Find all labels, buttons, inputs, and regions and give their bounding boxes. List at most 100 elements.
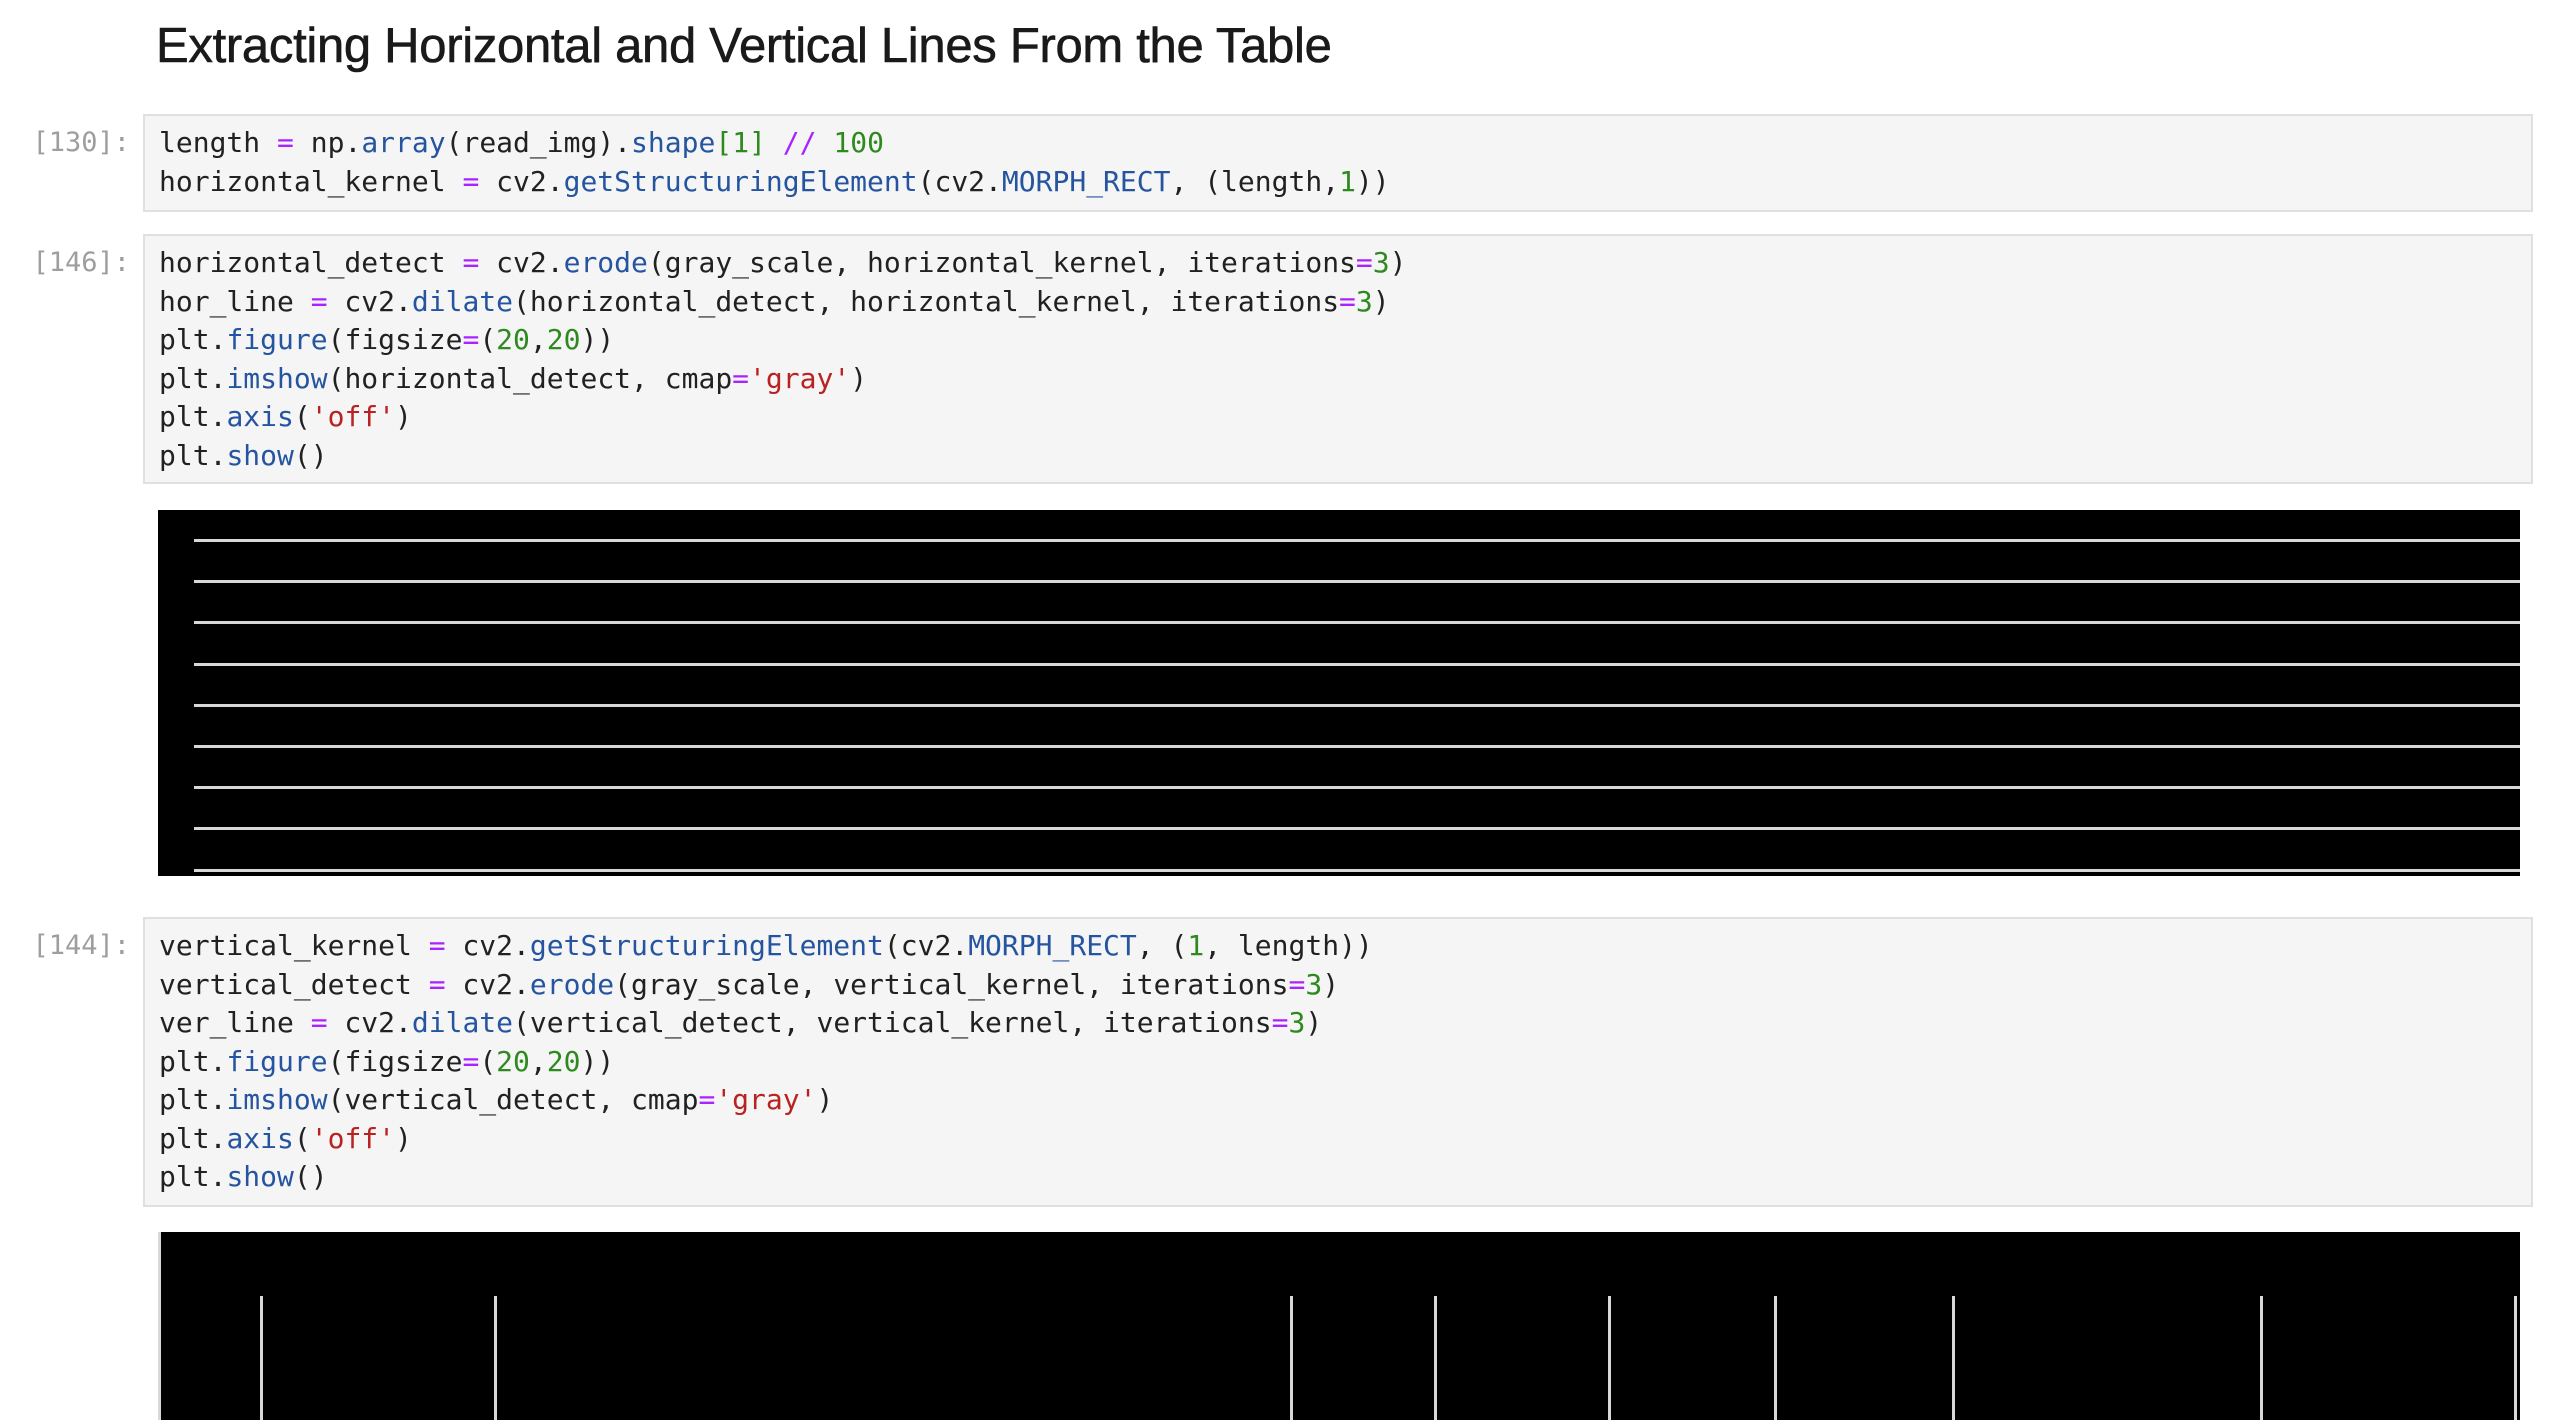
code-token: =	[1355, 246, 1373, 279]
code-input[interactable]: horizontal_detect = cv2.erode(gray_scale…	[159, 244, 2517, 475]
code-token: getStructuringElement	[563, 164, 918, 198]
code-token: imshow	[226, 361, 328, 395]
code-token: 20	[496, 323, 530, 356]
detected-vertical-line	[2514, 1296, 2517, 1420]
code-token: dilate	[411, 1006, 514, 1039]
code-token: (figsize	[327, 323, 463, 356]
code-token: =	[462, 164, 480, 198]
detected-horizontal-line	[194, 704, 2520, 707]
code-token: 3	[1355, 284, 1373, 318]
code-token: plt.	[159, 400, 227, 433]
code-line: plt.axis('off')	[159, 1122, 412, 1155]
detected-vertical-line	[1290, 1296, 1293, 1420]
code-token: =	[1271, 1006, 1289, 1039]
code-token: plt.	[159, 1044, 227, 1078]
code-token: =	[698, 1083, 716, 1116]
code-token: 3	[1372, 246, 1390, 279]
code-token: hor_line	[159, 284, 311, 318]
section-heading: Extracting Horizontal and Vertical Lines…	[156, 19, 1332, 74]
code-cell-vertical-detect[interactable]: vertical_kernel = cv2.getStructuringElem…	[143, 917, 2533, 1207]
code-token: )	[395, 1121, 412, 1155]
code-input[interactable]: length = np.array(read_img).shape[1] // …	[159, 124, 2517, 201]
code-token: 20	[496, 1044, 530, 1078]
detected-horizontal-line	[194, 621, 2520, 624]
code-token: =	[1288, 967, 1306, 1001]
code-token: (horizontal_detect, horizontal_kernel, i…	[513, 284, 1340, 318]
code-token: ver_line	[159, 1006, 311, 1039]
code-cell-horizontal-detect[interactable]: horizontal_detect = cv2.erode(gray_scale…	[143, 234, 2533, 484]
code-token: )	[1389, 246, 1407, 279]
code-token: =	[462, 323, 480, 356]
detected-horizontal-line	[194, 539, 2520, 542]
code-token: length	[159, 126, 278, 159]
code-token: (	[479, 323, 497, 356]
code-token: ,	[529, 1044, 547, 1078]
detected-vertical-line	[158, 1232, 161, 1420]
code-token: vertical_detect	[159, 967, 429, 1001]
code-token: (vertical_detect, cmap	[327, 1083, 699, 1116]
detected-horizontal-line	[194, 869, 2520, 872]
code-token: )	[1305, 1006, 1323, 1039]
detected-horizontal-line	[194, 827, 2520, 830]
code-token: 1	[1187, 929, 1205, 962]
code-token: cv2.	[445, 929, 530, 962]
code-token: )	[816, 1083, 834, 1116]
code-token: 'off'	[310, 400, 396, 433]
code-token: =	[277, 126, 294, 159]
code-token: ))	[580, 323, 615, 356]
code-line: plt.figure(figsize=(20,20))	[159, 1045, 614, 1078]
code-token: 3	[1288, 1006, 1306, 1039]
code-token: [1]	[715, 126, 766, 159]
cell-prompt-130: [130]:	[32, 127, 130, 158]
code-token: )	[395, 400, 412, 433]
code-cell-kernel-horizontal[interactable]: length = np.array(read_img).shape[1] // …	[143, 114, 2533, 212]
code-token: (cv2.	[917, 164, 1002, 198]
code-token: vertical_kernel	[159, 929, 429, 962]
code-token: cv2.	[327, 284, 412, 318]
code-token: =	[462, 1044, 480, 1078]
code-line: plt.axis('off')	[159, 400, 412, 433]
cell-prompt-144: [144]:	[32, 930, 130, 961]
detected-vertical-line	[1774, 1296, 1777, 1420]
code-token: , length))	[1204, 929, 1373, 962]
code-token: =	[732, 361, 750, 395]
code-token: plt.	[159, 1160, 227, 1193]
code-line: plt.figure(figsize=(20,20))	[159, 323, 614, 356]
code-token: 'off'	[310, 1121, 396, 1155]
code-line: plt.show()	[159, 1160, 328, 1193]
code-token: erode	[529, 967, 615, 1001]
code-token: cv2.	[327, 1006, 412, 1039]
code-line: plt.show()	[159, 439, 328, 472]
code-token: 'gray'	[715, 1083, 817, 1116]
code-token: )	[1372, 284, 1390, 318]
code-input[interactable]: vertical_kernel = cv2.getStructuringElem…	[159, 927, 2517, 1197]
detected-horizontal-line	[194, 663, 2520, 666]
code-token: =	[428, 967, 446, 1001]
code-token: horizontal_detect	[159, 246, 463, 279]
code-token: ()	[293, 1160, 328, 1193]
code-line: vertical_detect = cv2.erode(gray_scale, …	[159, 968, 1339, 1001]
code-line: hor_line = cv2.dilate(horizontal_detect,…	[159, 285, 1390, 318]
detected-horizontal-line	[194, 745, 2520, 748]
detected-horizontal-line	[194, 786, 2520, 789]
code-token: MORPH_RECT	[968, 929, 1137, 962]
code-token: plt.	[159, 1121, 227, 1155]
code-token: axis	[226, 400, 294, 433]
code-token: plt.	[159, 1083, 227, 1116]
code-token: =	[428, 929, 446, 962]
code-token: figure	[226, 1044, 328, 1078]
code-token: (read_img).	[445, 126, 632, 159]
code-token: MORPH_RECT	[1001, 164, 1171, 198]
code-token: (horizontal_detect, cmap	[327, 361, 733, 395]
code-token: 20	[546, 1044, 581, 1078]
detected-vertical-line	[2260, 1296, 2263, 1420]
code-token: ,	[529, 323, 547, 356]
code-token: 3	[1305, 967, 1323, 1001]
code-token: cv2.	[445, 967, 530, 1001]
code-token: (figsize	[327, 1044, 463, 1078]
code-token: plt.	[159, 438, 227, 472]
code-token: , (	[1136, 929, 1188, 962]
detected-vertical-line	[494, 1296, 497, 1420]
